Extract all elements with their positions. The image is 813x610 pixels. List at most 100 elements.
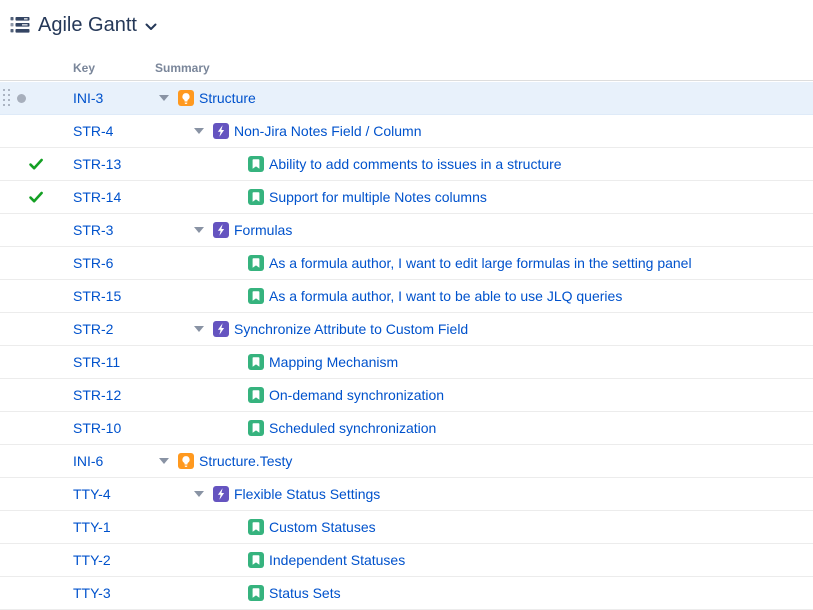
issue-row[interactable]: STR-2 Synchronize Attribute to Custom Fi…: [0, 313, 813, 346]
issue-summary-link[interactable]: Custom Statuses: [269, 519, 376, 535]
page-title: Agile Gantt: [38, 13, 137, 37]
bookmark-icon: [248, 420, 264, 436]
expand-collapse-arrow-icon[interactable]: [225, 255, 243, 271]
issue-row[interactable]: TTY-2 Independent Statuses: [0, 544, 813, 577]
issue-row[interactable]: TTY-1 Custom Statuses: [0, 511, 813, 544]
expand-collapse-arrow-icon[interactable]: [225, 189, 243, 205]
issue-key-link[interactable]: STR-2: [73, 321, 113, 337]
issue-key-link[interactable]: TTY-1: [73, 519, 111, 535]
issue-key-link[interactable]: STR-12: [73, 387, 121, 403]
issue-summary-link[interactable]: Scheduled synchronization: [269, 420, 436, 436]
issue-summary-link[interactable]: Synchronize Attribute to Custom Field: [234, 321, 468, 337]
issue-row[interactable]: STR-15 As a formula author, I want to be…: [0, 280, 813, 313]
expand-collapse-arrow-icon[interactable]: [225, 519, 243, 535]
structure-switcher-button[interactable]: Agile Gantt: [10, 13, 157, 37]
issue-row[interactable]: STR-3 Formulas: [0, 214, 813, 247]
summary-cell: Ability to add comments to issues in a s…: [225, 148, 562, 180]
issue-summary-link[interactable]: Non-Jira Notes Field / Column: [234, 123, 422, 139]
summary-cell: Formulas: [190, 214, 292, 246]
bookmark-icon: [248, 387, 264, 403]
summary-cell: Mapping Mechanism: [225, 346, 398, 378]
expand-collapse-arrow-icon[interactable]: [225, 420, 243, 436]
issue-summary-link[interactable]: Mapping Mechanism: [269, 354, 398, 370]
issue-key-link[interactable]: STR-15: [73, 288, 121, 304]
expand-collapse-arrow-icon[interactable]: [225, 387, 243, 403]
summary-cell: Support for multiple Notes columns: [225, 181, 487, 213]
expand-collapse-arrow-icon[interactable]: [190, 321, 208, 337]
summary-cell: As a formula author, I want to be able t…: [225, 280, 622, 312]
issue-summary-link[interactable]: As a formula author, I want to be able t…: [269, 288, 622, 304]
issue-row[interactable]: TTY-4 Flexible Status Settings: [0, 478, 813, 511]
issue-key-link[interactable]: TTY-4: [73, 486, 111, 502]
issue-row[interactable]: STR-6 As a formula author, I want to edi…: [0, 247, 813, 280]
summary-cell: As a formula author, I want to edit larg…: [225, 247, 692, 279]
summary-cell: Status Sets: [225, 577, 341, 609]
issue-summary-link[interactable]: Flexible Status Settings: [234, 486, 380, 502]
summary-cell: On-demand synchronization: [225, 379, 444, 411]
issue-key-link[interactable]: INI-3: [73, 90, 103, 106]
expand-collapse-arrow-icon[interactable]: [190, 222, 208, 238]
lightning-bolt-icon: [213, 321, 229, 337]
summary-cell: Independent Statuses: [225, 544, 405, 576]
expand-collapse-arrow-icon[interactable]: [225, 288, 243, 304]
issue-key-link[interactable]: STR-6: [73, 255, 113, 271]
issue-key-link[interactable]: STR-11: [73, 354, 120, 370]
issue-row[interactable]: STR-12 On-demand synchronization: [0, 379, 813, 412]
drag-handle-icon[interactable]: [3, 89, 11, 107]
structure-logo-icon: [10, 16, 30, 34]
issue-row[interactable]: STR-14 Support for multiple Notes column…: [0, 181, 813, 214]
issue-summary-link[interactable]: Structure.Testy: [199, 453, 292, 469]
expand-collapse-arrow-icon[interactable]: [190, 486, 208, 502]
expand-collapse-arrow-icon[interactable]: [155, 453, 173, 469]
bookmark-icon: [248, 519, 264, 535]
issue-row[interactable]: TTY-3 Status Sets: [0, 577, 813, 610]
issue-key-link[interactable]: STR-14: [73, 189, 121, 205]
issue-row[interactable]: STR-11 Mapping Mechanism: [0, 346, 813, 379]
summary-cell: Custom Statuses: [225, 511, 376, 543]
issue-key-link[interactable]: TTY-3: [73, 585, 111, 601]
issue-row[interactable]: INI-6 Structure.Testy: [0, 445, 813, 478]
issue-summary-link[interactable]: Ability to add comments to issues in a s…: [269, 156, 562, 172]
bookmark-icon: [248, 156, 264, 172]
issue-summary-link[interactable]: Formulas: [234, 222, 292, 238]
issue-summary-link[interactable]: On-demand synchronization: [269, 387, 444, 403]
issue-key-link[interactable]: STR-10: [73, 420, 121, 436]
issue-key-link[interactable]: STR-3: [73, 222, 113, 238]
issue-key-link[interactable]: INI-6: [73, 453, 103, 469]
issue-row[interactable]: STR-4 Non-Jira Notes Field / Column: [0, 115, 813, 148]
summary-cell: Flexible Status Settings: [190, 478, 380, 510]
issue-row[interactable]: INI-3 Structure: [0, 82, 813, 115]
issue-key-link[interactable]: STR-4: [73, 123, 113, 139]
issue-summary-link[interactable]: Status Sets: [269, 585, 341, 601]
bookmark-icon: [248, 288, 264, 304]
expand-collapse-arrow-icon[interactable]: [155, 90, 173, 106]
issue-summary-link[interactable]: Support for multiple Notes columns: [269, 189, 487, 205]
issue-summary-link[interactable]: As a formula author, I want to edit larg…: [269, 255, 692, 271]
issue-summary-link[interactable]: Structure: [199, 90, 256, 106]
issue-row[interactable]: STR-10 Scheduled synchronization: [0, 412, 813, 445]
lightning-bolt-icon: [213, 123, 229, 139]
row-bullet-icon: [17, 94, 26, 103]
summary-cell: Structure.Testy: [155, 445, 292, 477]
summary-cell: Non-Jira Notes Field / Column: [190, 115, 422, 147]
summary-cell: Synchronize Attribute to Custom Field: [190, 313, 468, 345]
issue-row[interactable]: STR-13 Ability to add comments to issues…: [0, 148, 813, 181]
column-header-key: Key: [73, 61, 95, 75]
chevron-down-icon: [145, 23, 157, 31]
issue-summary-link[interactable]: Independent Statuses: [269, 552, 405, 568]
summary-cell: Structure: [155, 82, 256, 114]
lightbulb-icon: [178, 453, 194, 469]
issue-key-link[interactable]: STR-13: [73, 156, 121, 172]
expand-collapse-arrow-icon[interactable]: [225, 156, 243, 172]
bookmark-icon: [248, 354, 264, 370]
issue-table: INI-3 Structure STR-4 Non-Jira Notes Fie…: [0, 82, 813, 610]
expand-collapse-arrow-icon[interactable]: [225, 552, 243, 568]
bookmark-icon: [248, 585, 264, 601]
issue-key-link[interactable]: TTY-2: [73, 552, 111, 568]
expand-collapse-arrow-icon[interactable]: [225, 354, 243, 370]
lightning-bolt-icon: [213, 486, 229, 502]
expand-collapse-arrow-icon[interactable]: [225, 585, 243, 601]
column-header-summary: Summary: [155, 61, 210, 75]
expand-collapse-arrow-icon[interactable]: [190, 123, 208, 139]
check-icon: [28, 189, 44, 205]
